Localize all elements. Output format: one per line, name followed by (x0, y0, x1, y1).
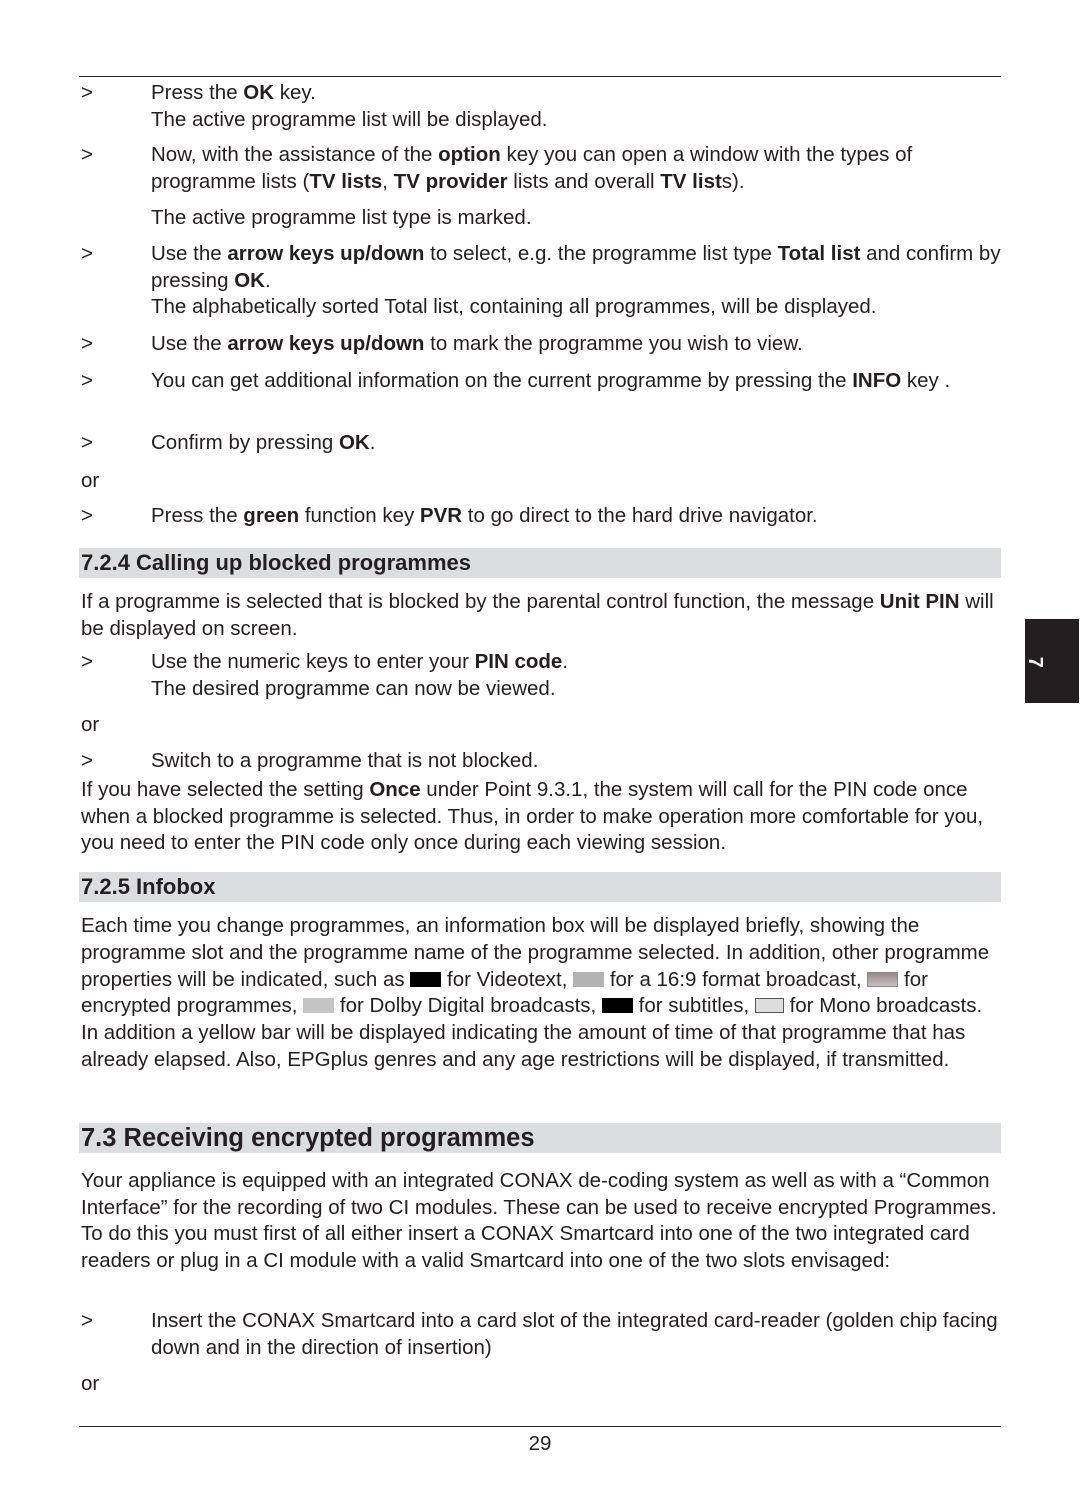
key-term: Total list (777, 242, 861, 265)
step-text: Now, with the assistance of the option k… (151, 143, 913, 193)
key-term: arrow keys up/down (227, 332, 425, 355)
step-text: Use the numeric keys to enter your PIN c… (151, 650, 569, 673)
key-term: OK (234, 268, 265, 292)
key-term: green (243, 504, 300, 527)
key-term: arrow keys up/down (227, 242, 425, 265)
bullet-marker: > (81, 1309, 93, 1332)
instruction-step: > Use the arrow keys up/down to mark the … (81, 331, 1001, 358)
section-heading-725: 7.2.5 Infobox (79, 872, 1001, 902)
bullet-marker: > (81, 81, 93, 104)
instruction-step: > Now, with the assistance of the option … (81, 142, 1001, 232)
page-number: 29 (528, 1432, 552, 1455)
chapter-number: 7 (1023, 656, 1046, 668)
videotext-icon (410, 971, 442, 987)
step-text: Press the green function key PVR to go d… (151, 504, 818, 527)
step-text: Use the arrow keys up/down to select, e.… (151, 242, 1001, 292)
key-term: PIN code (474, 650, 563, 673)
key-term: option (438, 143, 501, 166)
instruction-step: > Use the arrow keys up/down to select, e… (81, 241, 1001, 321)
or-label: or (81, 1372, 100, 1395)
instruction-step: > Press the OK key. The active programme l… (81, 80, 1001, 133)
dolby-digital-icon (303, 998, 335, 1014)
section-724-outro: If you have selected the setting Once un… (81, 778, 984, 854)
mono-icon (754, 998, 784, 1014)
section-724-intro: If a programme is selected that is block… (81, 590, 994, 640)
key-term: INFO (852, 369, 902, 392)
key-term: TV list (660, 169, 722, 193)
bullet-marker: > (81, 143, 93, 166)
step-result: The active programme list will be displa… (151, 107, 548, 131)
encrypted-icon (867, 971, 899, 987)
key-term: TV provider (393, 169, 508, 193)
step-result: The desired programme can now be viewed. (151, 676, 556, 700)
step-text: Insert the CONAX Smartcard into a card s… (151, 1309, 998, 1359)
bullet-marker: > (81, 504, 93, 527)
key-term: Unit PIN (879, 590, 960, 613)
step-text: You can get additional information on th… (151, 369, 951, 392)
bullet-marker: > (81, 332, 93, 355)
section-heading-724: 7.2.4 Calling up blocked programmes (79, 548, 1001, 578)
section-heading-73: 7.3 Receiving encrypted programmes (79, 1123, 1001, 1153)
instruction-step: > You can get additional information on t… (81, 368, 1001, 395)
step-text: Use the arrow keys up/down to mark the p… (151, 332, 803, 355)
pin-step: > Use the numeric keys to enter your PIN … (81, 649, 1001, 702)
step-text: Press the OK key. (151, 81, 316, 104)
chapter-tab[interactable]: 7 (1024, 619, 1079, 703)
bullet-marker: > (81, 369, 93, 392)
smartcard-step: > Insert the CONAX Smartcard into a card … (81, 1308, 1001, 1361)
switch-step: > Switch to a programme that is not block… (81, 748, 1001, 775)
section-73-intro: Your appliance is equipped with an integ… (81, 1169, 997, 1272)
instruction-step: > Confirm by pressing OK. (81, 430, 1001, 457)
top-rule (79, 76, 1001, 77)
step-result: The alphabetically sorted Total list, co… (151, 295, 877, 318)
bottom-rule (79, 1426, 1001, 1427)
16-9-format-icon (573, 971, 605, 987)
or-label: or (81, 713, 100, 736)
or-label: or (81, 469, 100, 492)
pvr-step: > Press the green function key PVR to go … (81, 503, 1001, 530)
infobox-description: Each time you change programmes, an info… (81, 914, 990, 1071)
key-term: PVR (419, 504, 463, 527)
step-text: Switch to a programme that is not blocke… (151, 749, 539, 772)
key-term: OK (338, 431, 370, 454)
bullet-marker: > (81, 749, 93, 772)
bullet-marker: > (81, 431, 93, 454)
bullet-marker: > (81, 242, 93, 265)
key-term: TV lists (309, 169, 383, 193)
key-term: OK (243, 81, 275, 104)
subtitles-icon (601, 998, 633, 1014)
bullet-marker: > (81, 650, 93, 673)
step-text: Confirm by pressing OK. (151, 431, 376, 454)
key-term: Once (369, 778, 421, 801)
step-result: The active programme list type is marked… (151, 206, 532, 229)
